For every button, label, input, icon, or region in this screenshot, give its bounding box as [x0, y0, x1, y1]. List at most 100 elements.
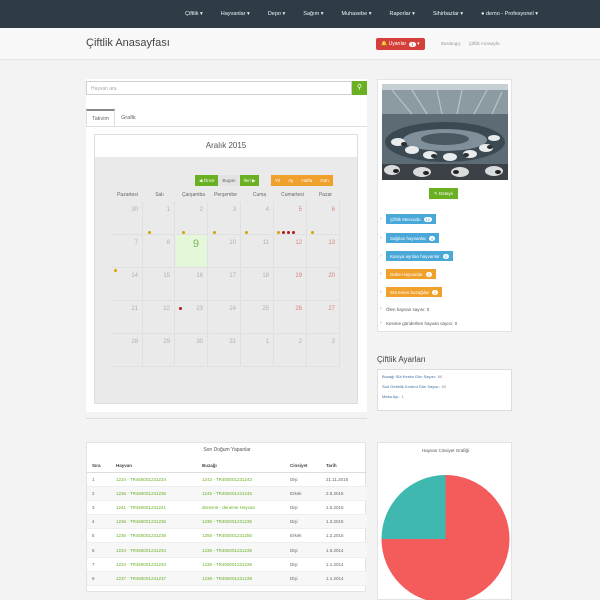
calendar-day[interactable]: 5 — [275, 202, 307, 235]
calendar-day[interactable]: 23 — [176, 301, 208, 334]
calendar-day[interactable]: 1 — [242, 334, 274, 367]
stat-badge[interactable]: Süt emen buzağılar 2 — [386, 287, 443, 297]
search-button[interactable]: ⚲ — [352, 81, 367, 95]
event-dot[interactable] — [287, 231, 290, 234]
next-button[interactable]: İleri ▶ — [239, 175, 260, 186]
calendar-day[interactable]: 20 — [308, 268, 340, 301]
calendar-day[interactable]: 2 — [275, 334, 307, 367]
day-number: 4 — [265, 207, 269, 213]
menu-depo[interactable]: Depo ▾ — [268, 11, 285, 17]
today-button[interactable]: Bugün — [218, 175, 240, 186]
settings-title: Çiftlik Ayarları — [377, 355, 426, 364]
tab-grafik[interactable]: Grafik — [115, 109, 142, 126]
calendar-day[interactable]: 11 — [242, 235, 274, 268]
calendar-day[interactable]: 31 — [209, 334, 241, 367]
search-input[interactable]: Hayvan ara — [86, 81, 352, 95]
calendar-day[interactable]: 12 — [275, 235, 307, 268]
cell-calf-link[interactable]: 1238 - TR450001231238 — [197, 571, 285, 587]
calendar-day[interactable]: 7 — [111, 235, 143, 268]
cell-animal-link[interactable]: 1241 - TR450001231241 — [111, 500, 197, 516]
cell-calf-link[interactable]: 1236 - TR450001231236 — [197, 557, 285, 572]
event-dot[interactable] — [148, 231, 151, 234]
calendar-day[interactable]: 3 — [308, 334, 340, 367]
menu-label: Muhasebe — [341, 11, 368, 17]
breadcrumb-item[interactable]: Baslangıç — [441, 41, 461, 46]
calendar-day[interactable]: 29 — [143, 334, 175, 367]
cell-animal-link[interactable]: 1237 - TR450001231237 — [111, 571, 197, 587]
menu-sagim[interactable]: Sağım ▾ — [303, 11, 323, 17]
event-dot[interactable] — [245, 231, 248, 234]
stat-badge[interactable]: Çiftlik Mevcudu 12 — [386, 214, 436, 224]
calendar-day[interactable]: 8 — [143, 235, 175, 268]
day-number: 17 — [229, 273, 236, 279]
calendar-day[interactable]: 21 — [111, 301, 143, 334]
calendar-day[interactable]: 1 — [143, 202, 175, 235]
calendar-day-today[interactable]: 9 — [176, 235, 208, 268]
cell-date: 1.9.2014 — [321, 542, 367, 558]
calendar-day[interactable]: 16 — [176, 268, 208, 301]
cell-animal-link[interactable]: 1234 - TR450001231234 — [111, 542, 197, 558]
calendar-day[interactable]: 15 — [143, 268, 175, 301]
cell-date: 1.1.2014 — [321, 557, 367, 572]
event-dot[interactable] — [292, 231, 295, 234]
cell-animal-link[interactable]: 1236 - TR450001231236 — [111, 486, 197, 501]
calendar-day[interactable]: 24 — [209, 301, 241, 334]
view-year-button[interactable]: Yıl — [271, 175, 285, 186]
cell-calf-link[interactable]: 1245 - TR450001231245 — [197, 486, 285, 501]
calendar-day[interactable]: 30 — [176, 334, 208, 367]
event-dot[interactable] — [282, 231, 285, 234]
day-number: 20 — [328, 273, 335, 279]
view-day-button[interactable]: Gün — [316, 175, 333, 186]
view-month-button[interactable]: Ay — [284, 175, 298, 186]
cell-animal-link[interactable]: 1236 - TR450001231236 — [111, 514, 197, 530]
event-dot[interactable] — [179, 307, 182, 310]
calendar-day[interactable]: 26 — [275, 301, 307, 334]
menu-hayvanlar[interactable]: Hayvanlar ▾ — [221, 11, 250, 17]
menu-ciftlik[interactable]: Çiftlik ▾ — [185, 11, 203, 17]
calendar-day[interactable]: 13 — [308, 235, 340, 268]
calendar-day[interactable]: 17 — [209, 268, 241, 301]
calendar-day[interactable]: 18 — [242, 268, 274, 301]
stat-badge[interactable]: Sağılan hayvanlar 4 — [386, 233, 440, 243]
stat-row: › Süt emen buzağılar 2 — [380, 287, 443, 297]
event-dot[interactable] — [114, 269, 117, 272]
alerts-button[interactable]: 🔔 Uyarılar 1 ▾ — [376, 38, 425, 50]
menu-sihirbazlar[interactable]: Sihirbazlar ▾ — [433, 11, 463, 17]
event-dot[interactable] — [311, 231, 314, 234]
calendar-day[interactable]: 14 — [111, 268, 143, 301]
menu-muhasebe[interactable]: Muhasebe ▾ — [341, 11, 371, 17]
cell-gender: Dişi — [285, 542, 321, 558]
prev-button[interactable]: ◀ Önce — [195, 175, 219, 186]
calendar-day[interactable]: 19 — [275, 268, 307, 301]
cell-date: 1.2.2015 — [321, 528, 367, 544]
calendar-day[interactable]: 30 — [111, 202, 143, 235]
cell-calf-link[interactable]: 1235 - TR450001231235 — [197, 542, 285, 558]
view-week-button[interactable]: Hafta — [297, 175, 317, 186]
calendar-day[interactable]: 27 — [308, 301, 340, 334]
stat-badge[interactable]: Gebe Hayvanlar 4 — [386, 269, 436, 279]
stat-row: › Ölen hayvan sayısı: 0 — [380, 304, 429, 314]
cell-index: 4 — [87, 514, 111, 530]
cell-calf-link[interactable]: 1235 - TR450001231235 — [197, 514, 285, 530]
cell-calf-link[interactable]: 1250 - TR450001231250 — [197, 528, 285, 544]
menu-raporlar[interactable]: Raporlar ▾ — [389, 11, 414, 17]
calendar-day[interactable]: 25 — [242, 301, 274, 334]
calendar-day[interactable]: 22 — [143, 301, 175, 334]
detail-button[interactable]: ✎ Detaylı — [429, 188, 459, 199]
cell-animal-link[interactable]: 1236 - TR450001231236 — [111, 528, 197, 544]
calendar-day[interactable]: 2 — [176, 202, 208, 235]
cell-animal-link[interactable]: 1234 - TR450001231234 — [111, 472, 197, 487]
tab-takvim[interactable]: Takvim — [86, 109, 116, 126]
event-dot[interactable] — [213, 231, 216, 234]
day-number: 12 — [295, 240, 302, 246]
cell-calf-link[interactable]: deneme - deneme Hayvan — [197, 500, 285, 516]
pie-slice[interactable] — [381, 475, 446, 539]
user-menu[interactable]: ● demo - Profesyonel ▾ — [481, 11, 538, 17]
event-dot[interactable] — [277, 231, 280, 234]
stat-badge[interactable]: Kuruya ayrılan hayvanlar 2 — [386, 251, 454, 261]
cell-animal-link[interactable]: 1234 - TR450001231234 — [111, 557, 197, 572]
event-dot[interactable] — [182, 231, 185, 234]
cell-calf-link[interactable]: 1243 - TR450001231243 — [197, 472, 285, 487]
calendar-day[interactable]: 28 — [111, 334, 143, 367]
calendar-day[interactable]: 10 — [209, 235, 241, 268]
